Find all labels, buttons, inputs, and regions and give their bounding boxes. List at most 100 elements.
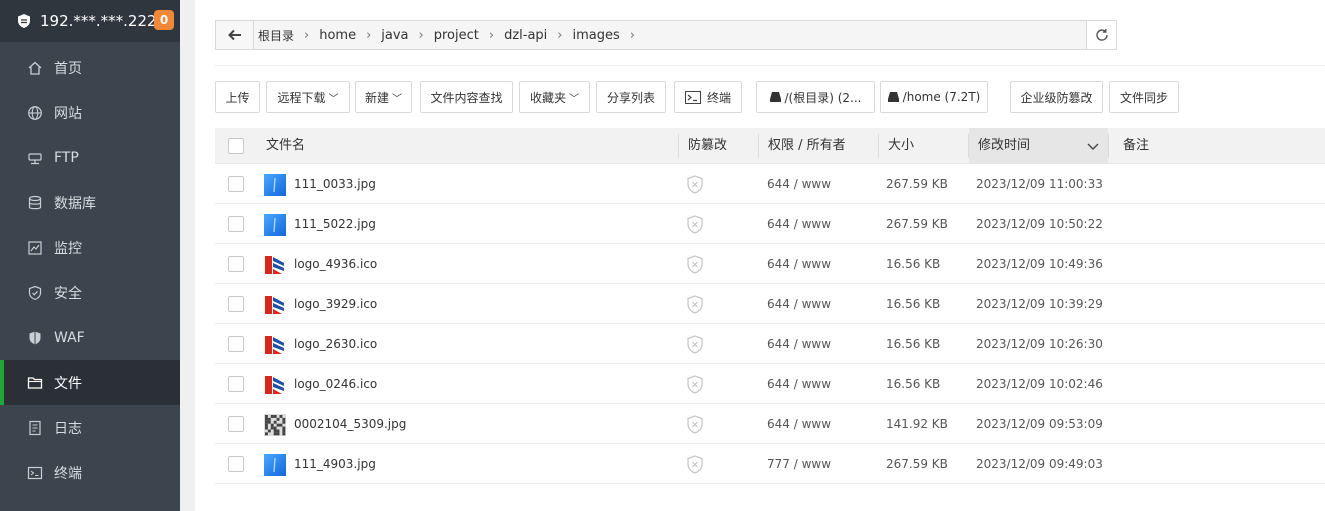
file-name[interactable]: logo_0246.ico [294,364,377,404]
breadcrumb-item[interactable]: images [568,28,623,43]
select-all-checkbox[interactable] [228,138,244,154]
row-checkbox[interactable] [228,256,244,272]
table-row[interactable]: 111_4903.jpg 777 / www 267.59 KB 2023/12/09… [215,444,1325,484]
modified-time: 2023/12/09 10:26:30 [976,337,1103,351]
table-row[interactable]: logo_3929.ico 644 / www 16.56 KB 2023/12/09… [215,284,1325,324]
row-checkbox[interactable] [228,296,244,312]
sidebar-item-label: 网站 [54,105,82,122]
tamper-shield-icon[interactable] [686,295,704,318]
table-row[interactable]: logo_0246.ico 644 / www 16.56 KB 2023/12/09… [215,364,1325,404]
upload-button[interactable]: 上传 [215,81,260,113]
file-name[interactable]: logo_2630.ico [294,324,377,364]
tamper-shield-icon[interactable] [686,415,704,438]
header-size[interactable]: 大小 [888,128,914,164]
chevron-right-icon: › [366,27,372,43]
notification-badge[interactable]: 0 [154,10,174,30]
permission-owner[interactable]: 644 / www [767,364,831,404]
table-row[interactable]: 111_0033.jpg 644 / www 267.59 KB 2023/12/09… [215,164,1325,204]
permission-owner[interactable]: 644 / www [767,404,831,444]
table-row[interactable]: 0002104_5309.jpg 644 / www 141.92 KB 2023/1… [215,404,1325,444]
permission-owner[interactable]: 644 / www [767,324,831,364]
sidebar-item-1[interactable]: 网站 [0,90,180,135]
tamper-shield-icon[interactable] [686,255,704,278]
chevron-right-icon: › [418,27,424,43]
disk-home-button[interactable]: /home (7.2T) [880,81,988,113]
row-checkbox[interactable] [228,456,244,472]
table-row[interactable]: 111_5022.jpg 644 / www 267.59 KB 2023/12/09… [215,204,1325,244]
sidebar-item-label: 监控 [54,240,82,257]
row-checkbox[interactable] [228,176,244,192]
file-table: 文件名 防篡改 权限 / 所有者 大小 修改时间 备注 111_0033.jpg… [215,128,1325,484]
table-header: 文件名 防篡改 权限 / 所有者 大小 修改时间 备注 [215,128,1325,164]
file-name[interactable]: logo_4936.ico [294,244,377,284]
waf-shield-icon [26,329,44,347]
permission-owner[interactable]: 644 / www [767,204,831,244]
back-button[interactable] [216,21,254,49]
chevron-right-icon: › [304,27,310,43]
row-checkbox[interactable] [228,416,244,432]
table-row[interactable]: logo_2630.ico 644 / www 16.56 KB 2023/12/09… [215,324,1325,364]
path-bar: 根目录 › home › java › project › dzl-api › images › [215,20,1117,50]
column-divider [1108,134,1109,158]
file-name[interactable]: 0002104_5309.jpg [294,404,406,444]
file-name[interactable]: logo_3929.ico [294,284,377,324]
file-size: 16.56 KB [886,337,941,351]
database-icon [26,194,44,212]
favorites-button[interactable]: 收藏夹 ﹀ [519,81,590,113]
tamper-shield-icon[interactable] [686,175,704,198]
breadcrumb-root[interactable]: 根目录 [254,27,298,44]
header-mtime[interactable]: 修改时间 [969,128,1108,164]
file-name[interactable]: 111_5022.jpg [294,204,376,244]
header-tamper[interactable]: 防篡改 [688,128,727,164]
header-name[interactable]: 文件名 [266,128,305,164]
modified-time: 2023/12/09 10:02:46 [976,377,1103,391]
new-button[interactable]: 新建 ﹀ [355,81,412,113]
tamper-shield-icon[interactable] [686,215,704,238]
refresh-icon [1095,29,1108,41]
sidebar-item-5[interactable]: 安全 [0,270,180,315]
tamper-shield-icon[interactable] [686,335,704,358]
sidebar-item-0[interactable]: 首页 [0,45,180,90]
file-sync-button[interactable]: 文件同步 [1109,81,1179,113]
folder-icon [26,374,44,392]
permission-owner[interactable]: 644 / www [767,284,831,324]
breadcrumb-item[interactable]: java [377,28,412,43]
row-checkbox[interactable] [228,336,244,352]
permission-owner[interactable]: 644 / www [767,244,831,284]
modified-time: 2023/12/09 11:00:33 [976,177,1103,191]
monitor-icon [26,239,44,257]
share-list-button[interactable]: 分享列表 [596,81,666,113]
sidebar-item-label: FTP [54,149,79,166]
sidebar-item-4[interactable]: 监控 [0,225,180,270]
tamper-shield-icon[interactable] [686,375,704,398]
breadcrumb-item[interactable]: project [430,28,483,43]
sidebar-item-9[interactable]: 终端 [0,450,180,495]
sidebar-item-7[interactable]: 文件 [0,360,180,405]
sidebar-item-label: 首页 [54,60,82,77]
remote-download-button[interactable]: 远程下载 ﹀ [266,81,350,113]
tamper-shield-icon[interactable] [686,455,704,478]
tamper-proof-button[interactable]: 企业级防篡改 [1010,81,1103,113]
sidebar-item-3[interactable]: 数据库 [0,180,180,225]
permission-owner[interactable]: 644 / www [767,164,831,204]
file-type-icon [264,254,286,276]
file-type-icon [264,294,286,316]
terminal-button[interactable]: 终端 [674,81,742,113]
file-name[interactable]: 111_4903.jpg [294,444,376,484]
refresh-button[interactable] [1086,21,1116,49]
table-row[interactable]: logo_4936.ico 644 / www 16.56 KB 2023/12/09… [215,244,1325,284]
breadcrumb-item[interactable]: home [315,28,360,43]
row-checkbox[interactable] [228,376,244,392]
content-search-button[interactable]: 文件内容查找 [420,81,513,113]
sidebar-item-label: 数据库 [54,195,96,212]
sidebar-item-8[interactable]: 日志 [0,405,180,450]
breadcrumb-item[interactable]: dzl-api [500,28,551,43]
sidebar-item-2[interactable]: FTP [0,135,180,180]
disk-root-button[interactable]: /(根目录) (2... [756,81,875,113]
sidebar-item-6[interactable]: WAF [0,315,180,360]
row-checkbox[interactable] [228,216,244,232]
header-permission[interactable]: 权限 / 所有者 [768,128,846,164]
sidebar-item-label: 安全 [54,285,82,302]
file-name[interactable]: 111_0033.jpg [294,164,376,204]
permission-owner[interactable]: 777 / www [767,444,831,484]
